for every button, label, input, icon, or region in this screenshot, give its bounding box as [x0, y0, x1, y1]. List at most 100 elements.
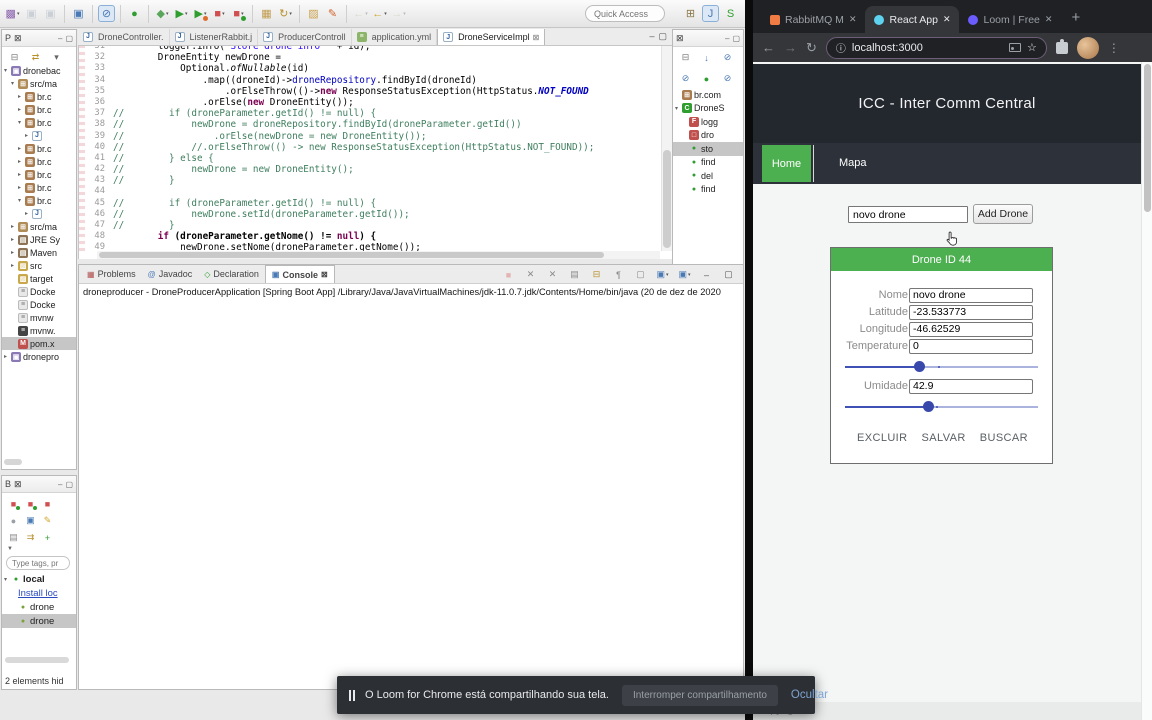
start-icon[interactable]: ■ [24, 497, 37, 510]
back-icon[interactable]: ← [762, 40, 775, 55]
back-icon[interactable]: ← ▾ [371, 5, 388, 22]
word-wrap-icon[interactable]: ¶ [610, 266, 627, 283]
edit-config-icon[interactable]: ✎ [41, 514, 54, 527]
scrollbar-thumb[interactable] [663, 150, 671, 248]
package-tree-item-br.c[interactable]: ▸ ⊞ br.c [2, 142, 76, 155]
restart-icon[interactable]: ■ [7, 497, 20, 510]
scrollbar-thumb[interactable] [1144, 64, 1151, 212]
editor-tab-listenerrabbit-j[interactable]: J ListenerRabbit.j [170, 29, 259, 45]
redeploy-icon[interactable]: ⇉ [24, 531, 37, 544]
boot-tree-item-drone[interactable]: ● drone [2, 614, 76, 628]
url-text[interactable]: localhost:3000 [852, 42, 1003, 54]
package-tree-item-file[interactable]: ▸ J [2, 207, 76, 220]
maximize-icon[interactable]: ▢ [720, 266, 737, 283]
package-tree-item-src/ma[interactable]: ▸ ⊞ src/ma [2, 220, 76, 233]
save-all-icon[interactable]: ▣ [42, 5, 59, 22]
maximize-icon[interactable]: ▢ [65, 34, 73, 43]
outline-item-find[interactable]: ● find [673, 156, 743, 170]
list-icon[interactable]: ▤ [7, 531, 20, 544]
close-icon[interactable]: ⊠ [533, 33, 540, 42]
package-tree-item-br.c[interactable]: ▸ ⊞ br.c [2, 155, 76, 168]
scroll-lock-icon[interactable]: ⊟ [588, 266, 605, 283]
open-perspective-icon[interactable]: ⊞ [682, 5, 699, 22]
remove-launch-icon[interactable]: ✕ [522, 266, 539, 283]
outline-item-del[interactable]: ● del [673, 169, 743, 183]
package-tree-item-dronebac[interactable]: ▾ ▣ dronebac [2, 64, 76, 77]
editor-tab-application-yml[interactable]: ≡ application.yml [352, 29, 438, 45]
remove-all-icon[interactable]: ✕ [544, 266, 561, 283]
hide-nonpublic-icon[interactable]: ● [698, 70, 715, 87]
minimize-icon[interactable]: ‒ [649, 31, 654, 42]
open-console-icon[interactable]: ▣ ▾ [676, 266, 693, 283]
package-tree-item-br.c[interactable]: ▾ ⊞ br.c [2, 194, 76, 207]
view-menu-icon[interactable]: ▼ [2, 546, 76, 554]
update-project-icon[interactable]: ↻ ▾ [277, 5, 294, 22]
open-web-icon[interactable]: ● [7, 514, 20, 527]
tab-declaration[interactable]: ◇ Declaration [198, 265, 265, 283]
minimize-icon[interactable]: ‒ [725, 34, 729, 43]
stop-icon[interactable]: ■ [41, 497, 54, 510]
package-tree-item-br.c[interactable]: ▸ ⊞ br.c [2, 181, 76, 194]
salvar-button[interactable]: SALVAR [922, 432, 966, 444]
new-drone-name-input[interactable] [848, 206, 968, 223]
tab-react-app[interactable]: React App ✕ [865, 6, 960, 33]
java-perspective-icon[interactable]: J [702, 5, 719, 22]
humidity-slider[interactable] [845, 396, 1038, 416]
table-icon[interactable]: ▦ [258, 5, 275, 22]
run-icon[interactable]: ▶ ▾ [173, 5, 190, 22]
minimize-icon[interactable]: ‒ [58, 34, 62, 43]
terminate-icon[interactable]: ■ [500, 266, 517, 283]
bookmark-star-icon[interactable]: ☆ [1027, 41, 1037, 54]
editor-tab-droneserviceimpl[interactable]: J DroneServiceImpl ⊠ [437, 29, 546, 45]
resize-handle[interactable] [4, 459, 22, 465]
umidade-field-input[interactable] [909, 378, 1033, 394]
outline-item-find[interactable]: ● find [673, 183, 743, 197]
boot-scrollbar[interactable] [5, 657, 69, 663]
skip-breakpoints-icon[interactable]: ⊘ [98, 5, 115, 22]
close-icon[interactable]: ⊠ [676, 33, 684, 44]
hide-button[interactable]: Ocultar [791, 689, 828, 701]
extensions-icon[interactable] [1055, 38, 1068, 54]
external-tools-icon[interactable]: ✎ [324, 5, 341, 22]
boot-tree-item-drone[interactable]: ● drone [2, 600, 76, 614]
buscar-button[interactable]: BUSCAR [980, 432, 1028, 444]
temperature-slider-thumb[interactable] [914, 361, 926, 372]
quick-access-input[interactable] [585, 5, 665, 22]
close-icon[interactable]: ✕ [943, 14, 951, 25]
forward-icon[interactable]: → [784, 40, 797, 55]
hide-fields-icon[interactable]: ⊘ [719, 49, 736, 66]
pin-console-icon[interactable]: ▢ [632, 266, 649, 283]
sort-icon[interactable]: ↓ [698, 49, 715, 66]
editor-vertical-scrollbar[interactable] [661, 46, 672, 251]
outline-item-br.com[interactable]: ⊞ br.com [673, 88, 743, 102]
editor-tab-dronecontroller-[interactable]: J DroneController. [78, 29, 170, 45]
outline-item-logg[interactable]: Flogg [673, 115, 743, 129]
hide-static-icon[interactable]: ⊘ [677, 70, 694, 87]
profile-icon[interactable]: ▶ ▾ [192, 5, 209, 22]
package-tree-item-br.c[interactable]: ▾ ⊞ br.c [2, 116, 76, 129]
tab-rabbitmq[interactable]: RabbitMQ M ✕ [761, 6, 865, 33]
package-tree-item-mvnw[interactable]: ≡ mvnw [2, 311, 76, 324]
humidity-slider-thumb[interactable] [922, 401, 934, 412]
reload-icon[interactable]: ↻ [806, 40, 817, 56]
package-tree-item-pom.x[interactable]: Mpom.x [2, 337, 76, 350]
save-icon[interactable]: ▣ [23, 5, 40, 22]
package-tree-item-br.c[interactable]: ▸ ⊞ br.c [2, 103, 76, 116]
scrollbar-thumb[interactable] [99, 252, 604, 258]
package-tree-item-Docke[interactable]: ≡ Docke [2, 298, 76, 311]
clear-console-icon[interactable]: ▤ [566, 266, 583, 283]
hide-local-icon[interactable]: ⊘ [719, 70, 736, 87]
code-editor[interactable]: 31 logger.info("Store drone info " + id)… [78, 46, 672, 259]
new-wizard-icon[interactable]: ▩ ▾ [4, 5, 21, 22]
package-explorer-tab[interactable]: P [5, 33, 11, 43]
package-tree-item-src[interactable]: ▸ ▨ src [2, 259, 76, 272]
boot-tree-item-Install loc[interactable]: Install loc [2, 586, 76, 600]
package-tree-item-file[interactable]: ▸ J [2, 129, 76, 142]
temperature-field-input[interactable] [909, 338, 1033, 354]
package-tree-item-br.c[interactable]: ▸ ⊞ br.c [2, 168, 76, 181]
close-icon[interactable]: ⊠ [14, 479, 22, 490]
debug-icon[interactable]: ◆ ▾ [154, 5, 171, 22]
package-tree-item-target[interactable]: ▨ target [2, 272, 76, 285]
tab-loom[interactable]: Loom | Free ✕ [959, 6, 1061, 33]
boot-tree-item-local[interactable]: ▾ ● local [2, 572, 76, 586]
